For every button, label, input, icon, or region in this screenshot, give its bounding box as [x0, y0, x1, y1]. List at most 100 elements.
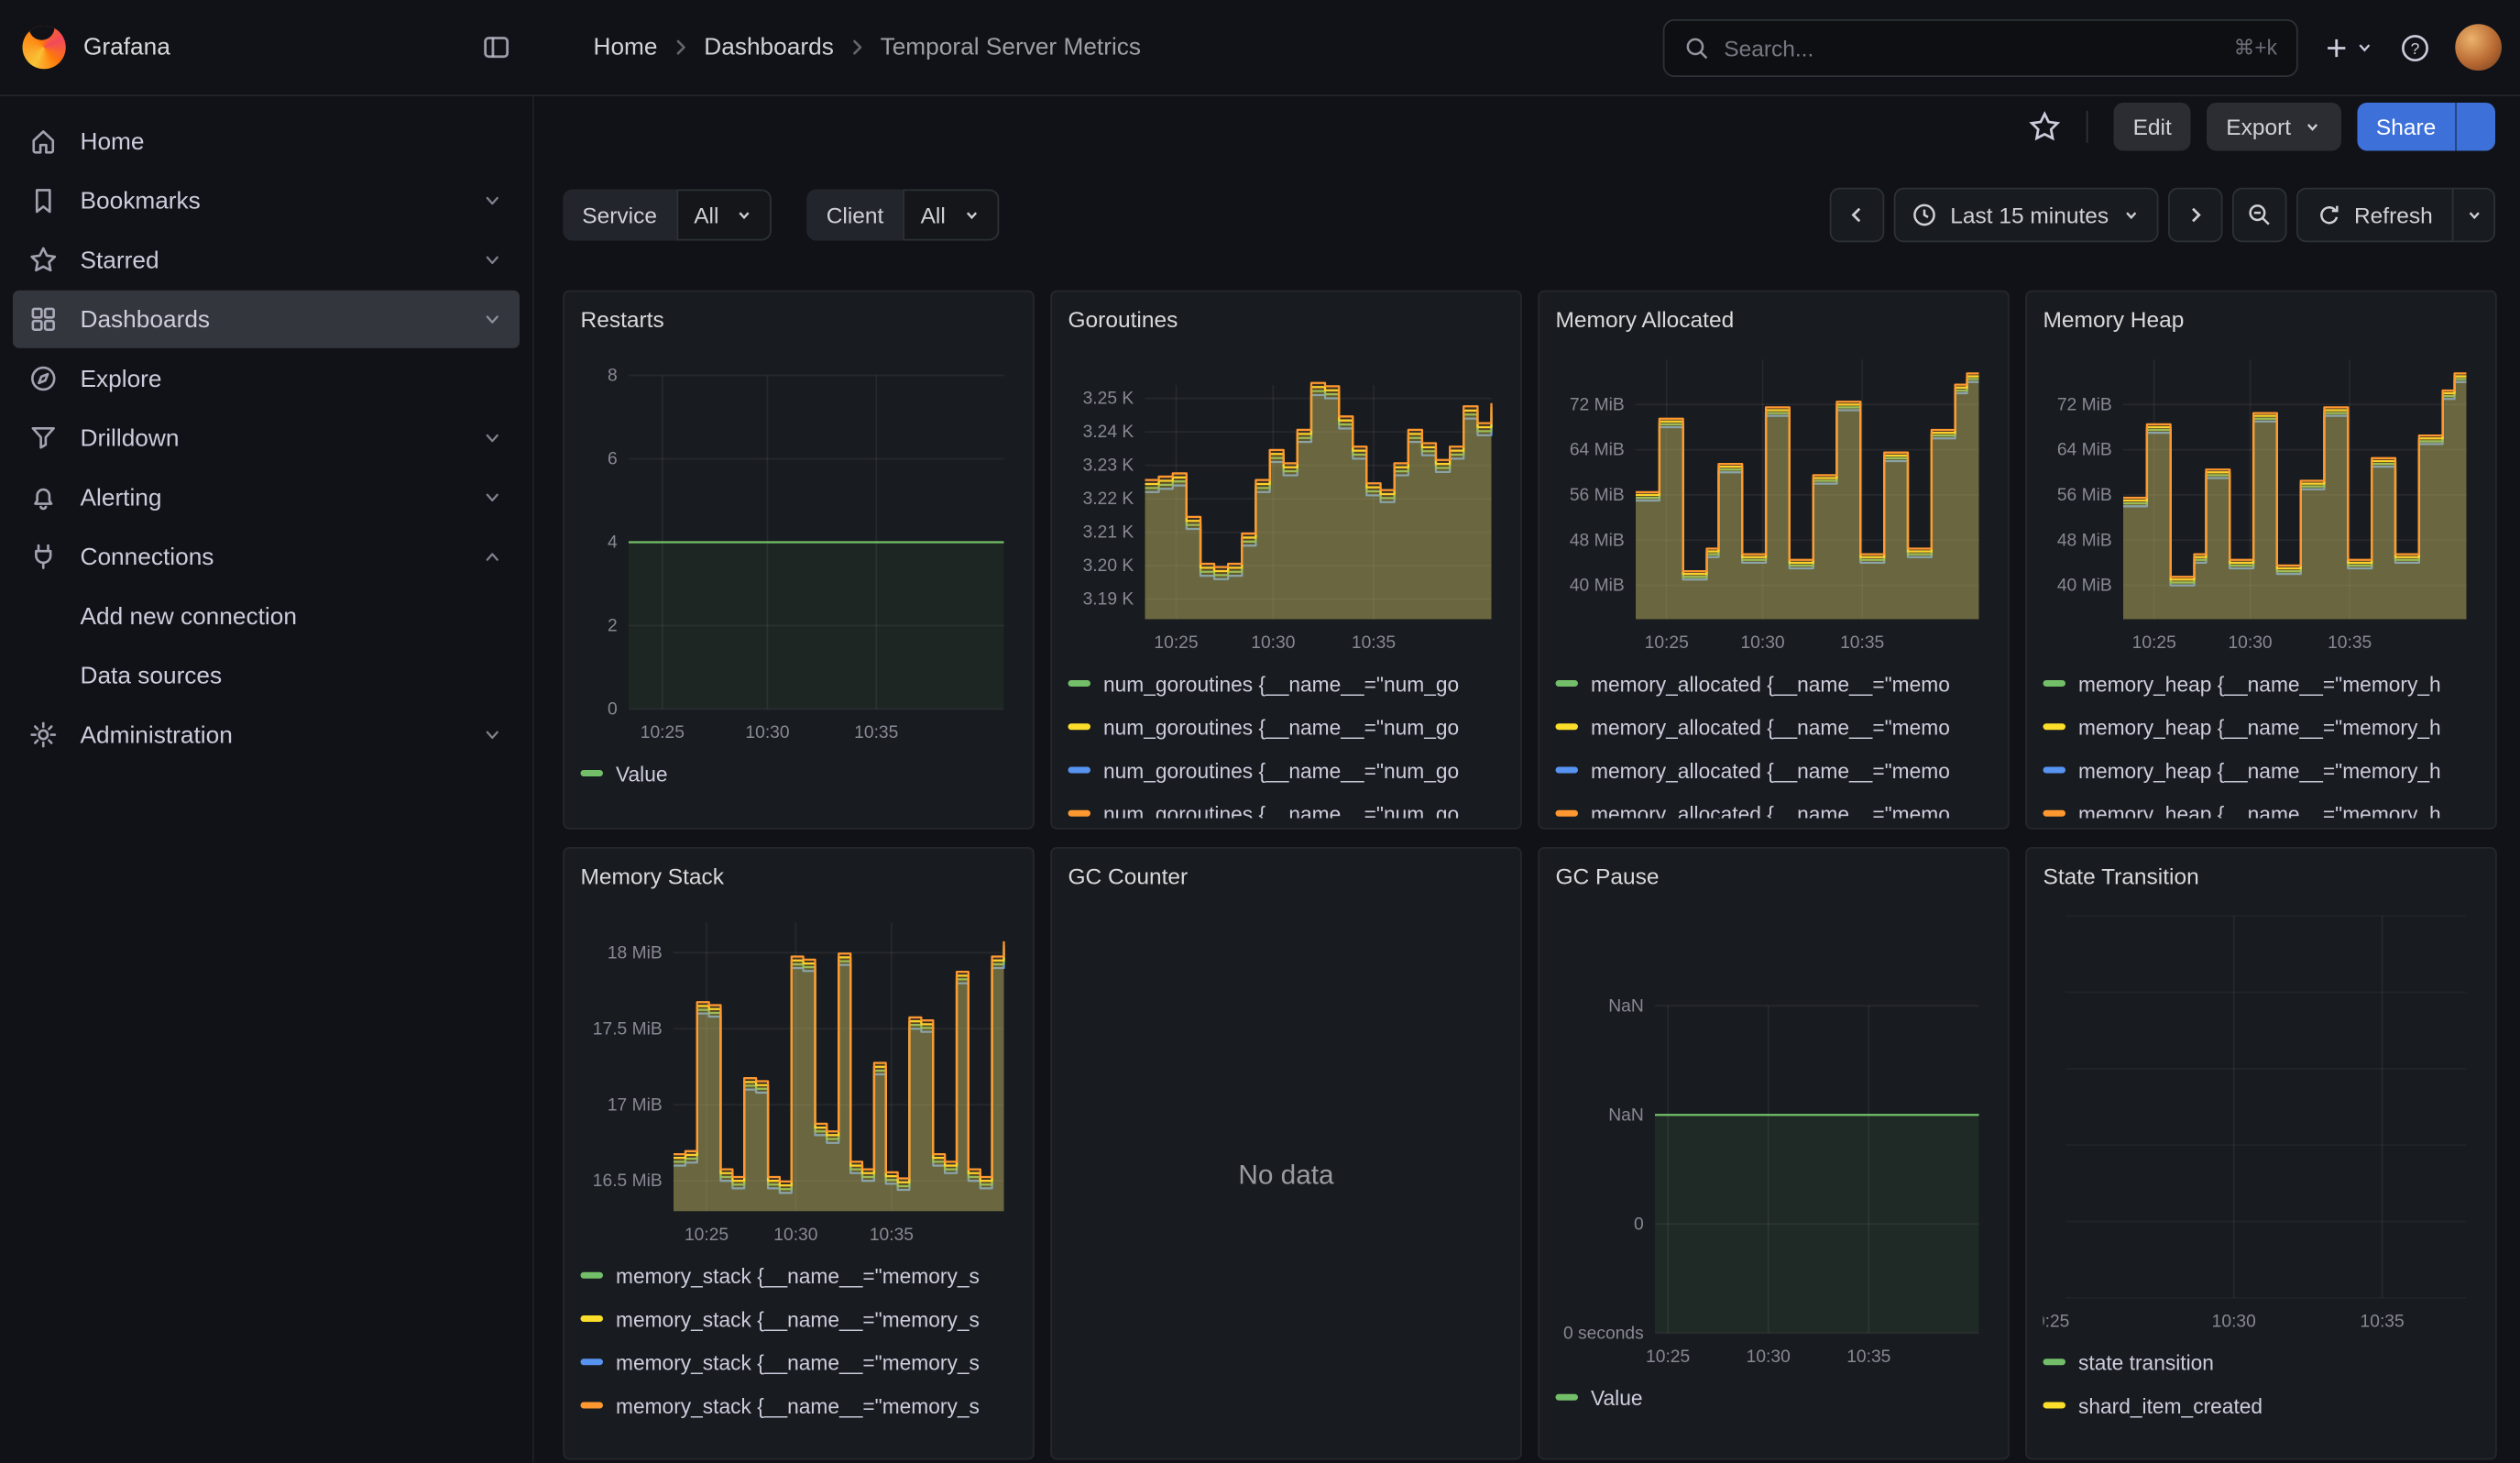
legend-item[interactable]: memory_stack {__name__="memory_s	[581, 1343, 1017, 1381]
panel-legend: memory_allocated {__name__="memo memory_a…	[1556, 665, 1992, 819]
legend-item[interactable]: memory_stack {__name__="memory_s	[581, 1300, 1017, 1338]
panel-gc-pause: GC Pause0 seconds0NaNNaN10:2510:3010:35V…	[1538, 847, 2010, 1460]
legend-item[interactable]: memory_allocated {__name__="memo	[1556, 751, 1992, 789]
legend-item[interactable]: num_goroutines {__name__="num_go	[1068, 708, 1505, 746]
sidebar-item-data-sources[interactable]: Data sources	[13, 646, 520, 704]
grafana-app: Grafana HomeDashboardsTemporal Server Me…	[0, 0, 2520, 1463]
legend-item[interactable]: memory_heap {__name__="memory_h	[2043, 751, 2480, 789]
legend-series-color	[2043, 767, 2066, 774]
legend-item[interactable]: memory_heap {__name__="memory_h	[2043, 708, 2480, 746]
help-icon[interactable]: ?	[2399, 31, 2431, 63]
sidebar-item-explore[interactable]: Explore	[13, 350, 520, 408]
svg-text:10:35: 10:35	[2328, 633, 2372, 653]
share-menu-button[interactable]	[2455, 103, 2495, 151]
panel-title[interactable]: Memory Heap	[2027, 292, 2495, 337]
refresh-interval-button[interactable]	[2452, 190, 2494, 241]
sidebar-item-connections[interactable]: Connections	[13, 528, 520, 586]
svg-text:18 MiB: 18 MiB	[608, 944, 663, 963]
sidebar-item-bookmarks[interactable]: Bookmarks	[13, 171, 520, 229]
sidebar-item-drilldown[interactable]: Drilldown	[13, 409, 520, 467]
sidebar-item-dashboards[interactable]: Dashboards	[13, 291, 520, 348]
svg-text:17.5 MiB: 17.5 MiB	[593, 1019, 663, 1039]
panel-memory-heap: Memory Heap40 MiB48 MiB56 MiB64 MiB72 Mi…	[2025, 291, 2497, 830]
grafana-logo[interactable]	[23, 26, 66, 69]
client-variable-value[interactable]: All	[903, 190, 998, 241]
chevron-up-icon	[481, 545, 504, 568]
legend-item[interactable]: Value	[581, 754, 1017, 793]
search-input[interactable]: Search... ⌘+k	[1663, 18, 2298, 76]
service-variable-value[interactable]: All	[676, 190, 772, 241]
star-dashboard-button[interactable]	[2029, 111, 2061, 143]
chevron-down-icon	[2354, 37, 2375, 58]
time-series-chart[interactable]: 10:2510:3010:35	[2043, 894, 2480, 1340]
svg-text:2: 2	[608, 617, 618, 636]
sidebar-item-administration[interactable]: Administration	[13, 706, 520, 764]
legend-series-label: memory_heap {__name__="memory_h	[2078, 801, 2441, 818]
sidebar-item-add-new-connection[interactable]: Add new connection	[13, 588, 520, 645]
legend-item[interactable]: num_goroutines {__name__="num_go	[1068, 751, 1505, 789]
breadcrumb-item-home[interactable]: Home	[594, 34, 658, 61]
legend-item[interactable]: memory_allocated {__name__="memo	[1556, 794, 1992, 818]
sidebar-item-alerting[interactable]: Alerting	[13, 468, 520, 526]
legend-series-label: memory_heap {__name__="memory_h	[2078, 671, 2441, 695]
panel-title[interactable]: Memory Stack	[564, 849, 1033, 894]
legend-item[interactable]: memory_heap {__name__="memory_h	[2043, 665, 2480, 703]
share-button[interactable]: Share	[2357, 103, 2455, 151]
time-series-chart[interactable]: 0 seconds0NaNNaN10:2510:3010:35	[1556, 894, 1992, 1375]
svg-text:10:25: 10:25	[685, 1226, 729, 1245]
legend-item[interactable]: memory_stack {__name__="memory_s	[581, 1256, 1017, 1294]
chevron-down-icon	[735, 205, 754, 225]
time-shift-back-button[interactable]	[1830, 188, 1885, 243]
chevron-right-icon	[669, 36, 693, 60]
legend-series-color	[2043, 810, 2066, 817]
time-series-chart[interactable]: 0246810:2510:3010:35	[581, 337, 1017, 752]
legend-item[interactable]: shard_item_created	[2043, 1386, 2480, 1424]
legend-item[interactable]: memory_allocated {__name__="memo	[1556, 665, 1992, 703]
panel-title[interactable]: Memory Allocated	[1539, 292, 2008, 337]
new-button[interactable]	[2322, 33, 2375, 62]
svg-text:10:30: 10:30	[745, 723, 789, 742]
svg-text:10:25: 10:25	[1645, 633, 1689, 653]
chevron-left-icon	[1846, 204, 1868, 226]
breadcrumb-item-dashboards[interactable]: Dashboards	[704, 34, 834, 61]
time-series-chart[interactable]: 40 MiB48 MiB56 MiB64 MiB72 MiB10:2510:30…	[1556, 337, 1992, 662]
time-series-chart[interactable]: 3.19 K3.20 K3.21 K3.22 K3.23 K3.24 K3.25…	[1068, 337, 1505, 662]
chevron-down-icon	[2464, 205, 2483, 225]
chevron-down-icon	[481, 308, 504, 331]
sidebar-item-home[interactable]: Home	[13, 113, 520, 170]
svg-text:6: 6	[608, 450, 618, 469]
legend-item[interactable]: Value	[1556, 1378, 1992, 1416]
export-button[interactable]: Export	[2207, 103, 2340, 151]
svg-text:10:35: 10:35	[1352, 633, 1396, 653]
legend-series-label: memory_heap {__name__="memory_h	[2078, 715, 2441, 739]
user-avatar[interactable]	[2455, 24, 2502, 71]
zoom-out-button[interactable]	[2232, 188, 2287, 243]
svg-text:10:25: 10:25	[641, 723, 685, 742]
legend-item[interactable]: memory_stack {__name__="memory_s	[581, 1386, 1017, 1424]
svg-text:3.24 K: 3.24 K	[1083, 423, 1134, 442]
panel-title[interactable]: GC Pause	[1539, 849, 2008, 894]
edit-button[interactable]: Edit	[2114, 103, 2191, 151]
chevron-down-icon	[2121, 205, 2141, 225]
bookmark-icon	[29, 186, 59, 215]
legend-item[interactable]: memory_allocated {__name__="memo	[1556, 708, 1992, 746]
sidebar-dock-toggle-icon[interactable]	[481, 32, 511, 62]
legend-item[interactable]: memory_heap {__name__="memory_h	[2043, 794, 2480, 818]
panel-title[interactable]: Goroutines	[1052, 292, 1520, 337]
svg-text:?: ?	[2411, 38, 2420, 57]
time-series-chart[interactable]: 16.5 MiB17 MiB17.5 MiB18 MiB10:2510:3010…	[581, 894, 1017, 1253]
panel-title[interactable]: State Transition	[2027, 849, 2495, 894]
refresh-button[interactable]: Refresh	[2298, 190, 2452, 241]
legend-item[interactable]: state transition	[2043, 1343, 2480, 1381]
breadcrumb-item-temporal-server-metrics: Temporal Server Metrics	[881, 34, 1141, 61]
sidebar-item-starred[interactable]: Starred	[13, 231, 520, 289]
legend-item[interactable]: num_goroutines {__name__="num_go	[1068, 794, 1505, 818]
time-series-chart[interactable]: 40 MiB48 MiB56 MiB64 MiB72 MiB10:2510:30…	[2043, 337, 2480, 662]
svg-text:0: 0	[1634, 1215, 1644, 1234]
time-range-picker[interactable]: Last 15 minutes	[1894, 188, 2158, 243]
legend-item[interactable]: num_goroutines {__name__="num_go	[1068, 665, 1505, 703]
star-icon	[29, 246, 59, 275]
time-shift-forward-button[interactable]	[2168, 188, 2223, 243]
panel-title[interactable]: GC Counter	[1052, 849, 1520, 894]
panel-title[interactable]: Restarts	[564, 292, 1033, 337]
